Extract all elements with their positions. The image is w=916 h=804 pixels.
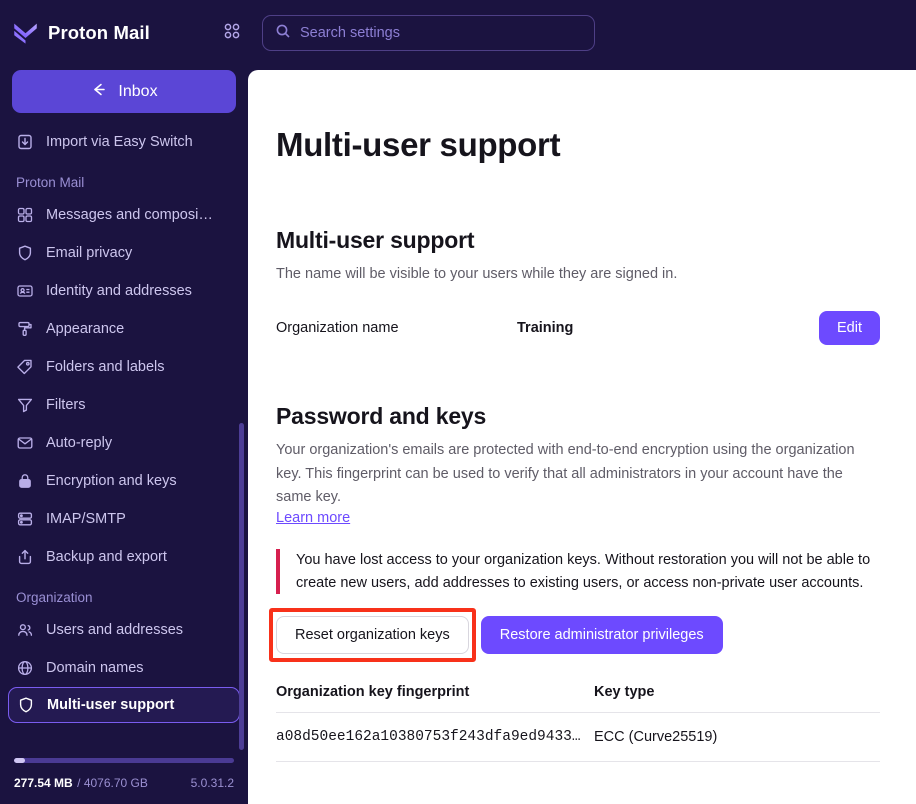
server-icon — [16, 510, 34, 528]
keys-action-buttons: Reset organization keys Restore administ… — [269, 607, 880, 662]
sidebar-scrollbar[interactable] — [239, 423, 244, 750]
storage-used: 277.54 MB — [14, 776, 73, 790]
sidebar-item-imap-smtp[interactable]: IMAP/SMTP — [0, 500, 248, 538]
tag-icon — [16, 358, 34, 376]
sidebar-item-label: Auto-reply — [46, 435, 113, 451]
password-keys-paragraph: Your organization's emails are protected… — [276, 442, 855, 505]
column-header-fingerprint: Organization key fingerprint — [276, 683, 594, 713]
restore-administrator-privileges-button[interactable]: Restore administrator privileges — [480, 615, 723, 654]
sidebar-item-backup-and-export[interactable]: Backup and export — [0, 538, 248, 576]
sidebar-item-label: IMAP/SMTP — [46, 511, 126, 527]
sidebar-item-auto-reply[interactable]: Auto-reply — [0, 424, 248, 462]
reset-button-wrapper: Reset organization keys — [269, 607, 476, 662]
sidebar-item-label: Backup and export — [46, 549, 167, 565]
search-placeholder: Search settings — [300, 25, 400, 41]
reset-organization-keys-button[interactable]: Reset organization keys — [276, 615, 469, 654]
organization-name-row: Organization name Training Edit — [276, 311, 880, 346]
sidebar-group-proton-mail: Proton Mail — [16, 175, 85, 190]
app-window: Proton Mail Search settings Inbox Import… — [0, 0, 916, 804]
sidebar-group-organization: Organization — [16, 590, 93, 605]
sidebar-item-import-via-easy-switch[interactable]: Import via Easy Switch — [0, 123, 248, 161]
back-to-inbox-label: Inbox — [118, 82, 158, 100]
sidebar-item-label: Filters — [46, 397, 86, 413]
sidebar-item-label: Users and addresses — [46, 622, 184, 638]
section-title-password-and-keys: Password and keys — [276, 403, 487, 430]
brand: Proton Mail — [12, 20, 202, 47]
users-icon — [16, 621, 34, 639]
filter-icon — [16, 396, 34, 414]
body: Inbox Import via Easy Switch Proton Mail — [0, 66, 916, 804]
sidebar: Inbox Import via Easy Switch Proton Mail — [0, 66, 248, 804]
id-card-icon — [16, 282, 34, 300]
sidebar-item-label: Multi-user support — [47, 697, 175, 713]
top-bar: Proton Mail Search settings — [0, 0, 916, 66]
sidebar-item-label: Identity and addresses — [46, 283, 192, 299]
brand-name: Proton Mail — [48, 22, 150, 43]
paint-roller-icon — [16, 320, 34, 338]
learn-more-link[interactable]: Learn more — [276, 510, 350, 526]
sidebar-item-multi-user-support[interactable]: Multi-user support — [8, 687, 240, 723]
sidebar-item-label: Email privacy — [46, 245, 133, 261]
storage-bar-fill — [14, 758, 25, 763]
import-icon — [16, 133, 34, 151]
organization-keys-table: Organization key fingerprint Key type a0… — [276, 683, 880, 762]
search-icon — [275, 23, 291, 44]
storage-indicator: 277.54 MB / 4076.70 GB 5.0.31.2 — [0, 750, 248, 804]
storage-total: / 4076.70 GB — [77, 776, 148, 790]
cell-key-type: ECC (Curve25519) — [594, 712, 880, 762]
sidebar-item-users-and-addresses[interactable]: Users and addresses — [0, 611, 248, 649]
export-icon — [16, 548, 34, 566]
edit-organization-name-button[interactable]: Edit — [819, 311, 880, 346]
sidebar-item-folders-and-labels[interactable]: Folders and labels — [0, 348, 248, 386]
sidebar-item-email-privacy[interactable]: Email privacy — [0, 234, 248, 272]
sidebar-item-filters[interactable]: Filters — [0, 386, 248, 424]
table-row: a08d50ee162a10380753f243dfa9ed9433… ECC … — [276, 712, 880, 762]
globe-icon — [16, 659, 34, 677]
app-version: 5.0.31.2 — [190, 776, 234, 790]
column-header-key-type: Key type — [594, 683, 880, 713]
organization-keys-warning: You have lost access to your organizatio… — [276, 549, 880, 594]
arrow-left-icon — [90, 81, 107, 103]
organization-name-label: Organization name — [276, 320, 399, 337]
cell-fingerprint: a08d50ee162a10380753f243dfa9ed9433… — [276, 712, 594, 762]
sidebar-item-label: Folders and labels — [46, 359, 165, 375]
organization-name-value: Training — [517, 320, 574, 337]
search-container: Search settings — [262, 15, 595, 51]
sidebar-item-messages-and-composing[interactable]: Messages and composi… — [0, 196, 248, 234]
search-input[interactable]: Search settings — [262, 15, 595, 51]
sidebar-item-encryption-and-keys[interactable]: Encryption and keys — [0, 462, 248, 500]
section-title-multi-user-support: Multi-user support — [276, 227, 475, 253]
sidebar-item-label: Import via Easy Switch — [46, 134, 193, 150]
table-header-row: Organization key fingerprint Key type — [276, 683, 880, 713]
apps-grid-icon — [222, 21, 242, 46]
page-title: Multi-user support — [276, 126, 561, 163]
settings-panel: Multi-user support Multi-user support Th… — [248, 70, 916, 804]
sidebar-item-label: Appearance — [46, 321, 125, 337]
storage-usage: 277.54 MB / 4076.70 GB — [14, 774, 148, 792]
section-subtitle: The name will be visible to your users w… — [276, 266, 678, 282]
sidebar-item-domain-names[interactable]: Domain names — [0, 649, 248, 687]
proton-mail-logo-icon — [12, 20, 39, 47]
sidebar-nav: Import via Easy Switch Proton Mail Messa… — [0, 123, 248, 750]
shield-icon — [17, 696, 35, 714]
back-to-inbox-button[interactable]: Inbox — [12, 70, 236, 113]
sidebar-item-label: Encryption and keys — [46, 473, 177, 489]
sidebar-item-label: Messages and composi… — [46, 207, 213, 223]
sidebar-item-label: Domain names — [46, 660, 144, 676]
messages-grid-icon — [16, 206, 34, 224]
apps-grid-button[interactable] — [215, 16, 249, 50]
sidebar-item-identity-and-addresses[interactable]: Identity and addresses — [0, 272, 248, 310]
main-outer: Multi-user support Multi-user support Th… — [248, 66, 916, 804]
envelope-reply-icon — [16, 434, 34, 452]
storage-text-row: 277.54 MB / 4076.70 GB 5.0.31.2 — [14, 774, 234, 792]
sidebar-item-appearance[interactable]: Appearance — [0, 310, 248, 348]
shield-icon — [16, 244, 34, 262]
lock-icon — [16, 472, 34, 490]
warning-text: You have lost access to your organizatio… — [296, 552, 871, 591]
storage-bar-track — [14, 758, 234, 763]
